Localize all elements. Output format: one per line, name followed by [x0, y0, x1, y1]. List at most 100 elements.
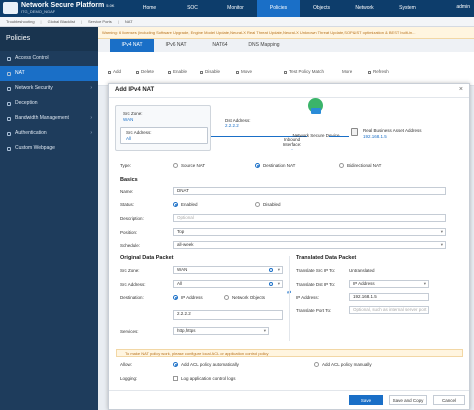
- cancel-button[interactable]: Cancel: [433, 395, 465, 405]
- nav-soc[interactable]: SOC: [171, 0, 214, 17]
- tab-nat64[interactable]: NAT64: [198, 39, 242, 52]
- orig-src-zone-select[interactable]: WAN ▾: [173, 266, 283, 274]
- enable-button[interactable]: Enable: [168, 68, 187, 76]
- nav-system[interactable]: System: [386, 0, 429, 17]
- more-button[interactable]: More: [342, 68, 352, 76]
- save-and-copy-button[interactable]: Save and Copy: [389, 395, 427, 405]
- save-button[interactable]: Save: [349, 395, 383, 405]
- position-select[interactable]: Top ▾: [173, 228, 446, 236]
- dialog-footer: Save Save and Copy Cancel: [109, 390, 469, 410]
- description-label: Description:: [120, 216, 144, 221]
- translate-src-ip-label: Translate Src IP To:: [296, 268, 336, 273]
- status-enabled[interactable]: Enabled: [173, 202, 198, 207]
- services-select[interactable]: http,https ▾: [173, 327, 269, 335]
- translate-dst-ip-select[interactable]: IP Address ▾: [349, 280, 429, 288]
- nav-home[interactable]: Home: [128, 0, 171, 17]
- chevron-down-icon: ▾: [277, 281, 280, 286]
- sidebar-item-access-control[interactable]: Access Control: [0, 51, 98, 66]
- sidebar-item-nat[interactable]: NAT: [0, 66, 98, 81]
- chevron-right-icon: ›: [90, 130, 92, 136]
- top-bar: Network Secure Platform 5.0K ITG_DEMO_NGA…: [0, 0, 474, 17]
- destination-ip-field[interactable]: 2.2.2.2: [173, 310, 283, 320]
- sidebar-item-deception[interactable]: Deception: [0, 96, 98, 111]
- checkbox-icon: [173, 376, 178, 381]
- dialog-title: Add IPv4 NAT: [115, 87, 155, 93]
- user-icon: [7, 131, 11, 136]
- allow-auto[interactable]: Add ACL policy automatically: [173, 362, 239, 367]
- move-icon: [236, 70, 239, 74]
- nav-monitor[interactable]: Monitor: [214, 0, 257, 17]
- device-base-icon: [311, 108, 321, 114]
- diagram-src-zone-value: WAN: [123, 117, 134, 122]
- tab-dns-mapping[interactable]: DNS Mapping: [242, 39, 286, 52]
- name-field[interactable]: DNAT: [173, 187, 446, 195]
- access-control-icon: [7, 56, 11, 61]
- radio-selected-icon: [255, 163, 260, 168]
- destination-ip-address[interactable]: IP Address: [173, 295, 203, 300]
- sidebar-title: Policies: [0, 27, 98, 51]
- refresh-button[interactable]: Refresh: [368, 68, 389, 76]
- sidebar-item-bandwidth[interactable]: Bandwidth Management ›: [0, 111, 98, 126]
- crumb-troubleshooting[interactable]: Troubleshooting: [0, 19, 41, 24]
- sidebar-item-authentication[interactable]: Authentication ›: [0, 126, 98, 141]
- sidebar-item-custom-webpage[interactable]: Custom Webpage: [0, 141, 98, 156]
- translate-ip-label: IP Address:: [296, 295, 319, 300]
- crumb-nat[interactable]: NAT: [119, 19, 139, 24]
- toolbar: Add Delete Enable Disable Move Test Poli…: [98, 52, 474, 86]
- crumb-service-ports[interactable]: Service Ports: [82, 19, 118, 24]
- test-icon: [284, 70, 287, 74]
- sidebar-item-label: Network Security: [15, 85, 53, 91]
- translate-port-field[interactable]: Optional, such as internal server port: [349, 306, 429, 314]
- disable-button[interactable]: Disable: [200, 68, 220, 76]
- sidebar-item-label: NAT: [15, 70, 25, 76]
- nav-objects[interactable]: Objects: [300, 0, 343, 17]
- type-destination-nat[interactable]: Destination NAT: [255, 163, 295, 168]
- server-icon: [351, 128, 358, 136]
- close-icon[interactable]: ×: [459, 86, 463, 93]
- services-label: Services:: [120, 329, 139, 334]
- info-icon[interactable]: [269, 282, 273, 286]
- translated-packet-title: Translated Data Packet: [296, 255, 357, 261]
- description-field[interactable]: Optional: [173, 214, 446, 222]
- block-icon: [200, 70, 203, 74]
- nav-network[interactable]: Network: [343, 0, 386, 17]
- diagram-inbound-value: -: [291, 147, 293, 152]
- destination-label: Destination:: [120, 295, 144, 300]
- translate-src-ip-value: Untranslated: [349, 268, 375, 273]
- chevron-right-icon: ›: [90, 115, 92, 121]
- app-version: 5.0K: [106, 3, 115, 8]
- sidebar-item-network-security[interactable]: Network Security ›: [0, 81, 98, 96]
- allow-manual[interactable]: Add ACL policy manually: [314, 362, 372, 367]
- type-bidirectional-nat[interactable]: Bidirectional NAT: [339, 163, 381, 168]
- license-warning: Warning: 6 licenses (including Software …: [98, 27, 474, 39]
- move-button[interactable]: Move: [236, 68, 252, 76]
- tab-ipv4-nat[interactable]: IPv4 NAT: [110, 39, 154, 52]
- destination-network-objects[interactable]: Network Objects: [224, 295, 265, 300]
- user-menu[interactable]: admin: [456, 4, 470, 10]
- status-disabled[interactable]: Disabled: [255, 202, 281, 207]
- check-icon: [168, 70, 171, 74]
- radio-icon: [255, 202, 260, 207]
- sidebar: Policies Access Control NAT Network Secu…: [0, 27, 98, 410]
- logging-checkbox[interactable]: Log application control logs: [173, 376, 236, 381]
- chevron-down-icon: ▾: [423, 281, 426, 286]
- tab-ipv6-nat[interactable]: IPv6 NAT: [154, 39, 198, 52]
- shield-icon: [7, 86, 11, 91]
- acl-hint: To make NAT policy work, please configur…: [116, 349, 463, 357]
- schedule-select[interactable]: all-week ▾: [173, 241, 446, 249]
- translate-ip-field[interactable]: 192.168.1.5: [349, 293, 429, 301]
- crumb-global-blacklist[interactable]: Global Blacklist: [42, 19, 81, 24]
- diagram-dst: Dst Address: 2.2.2.2: [225, 118, 273, 128]
- orig-src-addr-select[interactable]: All ▾: [173, 280, 283, 288]
- diagram-src-addr-label: Src Address:: [126, 130, 152, 135]
- info-icon[interactable]: [269, 268, 273, 272]
- test-policy-button[interactable]: Test Policy Match: [284, 68, 324, 76]
- delete-button[interactable]: Delete: [136, 68, 154, 76]
- nav-policies[interactable]: Policies: [257, 0, 300, 17]
- type-source-nat[interactable]: Source NAT: [173, 163, 205, 168]
- breadcrumb: Troubleshooting | Global Blacklist | Servi…: [0, 17, 474, 27]
- sidebar-item-label: Access Control: [15, 55, 49, 61]
- section-divider: [289, 256, 290, 341]
- add-button[interactable]: Add: [108, 68, 121, 76]
- divider: [109, 97, 469, 98]
